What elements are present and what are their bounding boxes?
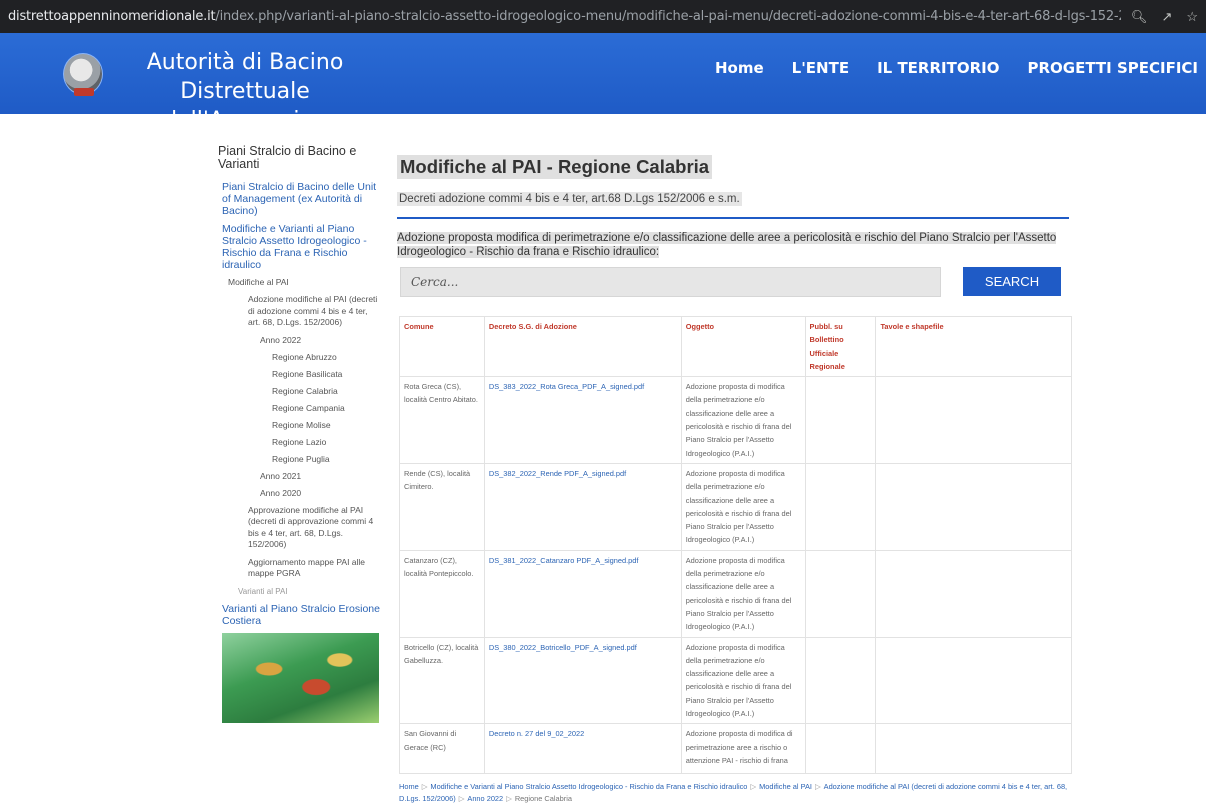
nav-ente[interactable]: L'ENTE <box>792 59 849 77</box>
star-icon[interactable]: ☆ <box>1186 9 1198 25</box>
breadcrumb-current: Regione Calabria <box>514 793 572 803</box>
cell-comune: Rende (CS), località Cimitero. <box>399 462 485 551</box>
cell-oggetto: Adozione proposta di modifica della peri… <box>680 549 806 638</box>
cell-tavole <box>875 636 1072 725</box>
col-decreto: Decreto S.G. di Adozione <box>483 315 682 378</box>
share-icon[interactable]: ↗ <box>1161 9 1172 25</box>
cell-comune: Botricello (CZ), località Gabelluzza. <box>399 636 485 725</box>
search-button[interactable]: SEARCH <box>963 267 1061 296</box>
sidebar-item-basilicata[interactable]: Regione Basilicata <box>218 369 380 380</box>
cell-bollettino <box>804 462 877 551</box>
cell-bollettino <box>804 376 877 464</box>
intro-text-span: Adozione proposta modifica di perimetraz… <box>397 232 1057 258</box>
sidebar-item-abruzzo[interactable]: Regione Abruzzo <box>218 352 380 363</box>
url-path: /index.php/varianti-al-piano-stralcio-as… <box>215 9 1121 24</box>
cell-tavole <box>875 376 1072 464</box>
table-row: Botricello (CZ), località Gabelluzza. DS… <box>399 636 1072 725</box>
col-tavole: Tavole e shapefile <box>875 315 1072 378</box>
sidebar-item-adozione[interactable]: Adozione modifiche al PAI (decreti di ad… <box>218 294 380 329</box>
cell-oggetto: Adozione proposta di modifica di perimet… <box>680 723 806 775</box>
sidebar-item-campania[interactable]: Regione Campania <box>218 403 380 414</box>
breadcrumb-anno-2022[interactable]: Anno 2022 <box>467 794 503 803</box>
breadcrumb-separator-icon: ▷ <box>506 793 512 803</box>
main-nav: Home L'ENTE IL TERRITORIO PROGETTI SPECI… <box>715 59 1198 77</box>
intro-text: Adozione proposta modifica di perimetraz… <box>397 231 1069 259</box>
col-bollettino: Pubbl. su Bollettino Ufficiale Regionale <box>804 315 877 378</box>
cell-oggetto: Adozione proposta di modifica della peri… <box>680 376 806 464</box>
sidebar: Piani Stralcio di Bacino e Varianti Pian… <box>218 145 380 723</box>
sidebar-item-molise[interactable]: Regione Molise <box>218 420 380 431</box>
cell-oggetto: Adozione proposta di modifica della peri… <box>680 462 806 551</box>
divider <box>397 217 1069 219</box>
table-row: Catanzaro (CZ), località Pontepiccolo. D… <box>399 549 1072 638</box>
sidebar-item-calabria[interactable]: Regione Calabria <box>218 386 380 397</box>
cell-bollettino <box>804 636 877 725</box>
page-title: Modifiche al PAI - Regione Calabria <box>397 155 713 179</box>
sidebar-item-varianti-pai[interactable]: Varianti al PAI <box>218 586 380 598</box>
nav-territorio[interactable]: IL TERRITORIO <box>877 59 999 77</box>
sidebar-item-aggiornamento[interactable]: Aggiornamento mappe PAI alle mappe PGRA <box>218 557 380 580</box>
breadcrumb-separator-icon: ▷ <box>421 782 428 792</box>
url-text[interactable]: distrettoappenninomeridionale.it/index.p… <box>8 9 1121 24</box>
sidebar-item-anno-2022[interactable]: Anno 2022 <box>218 335 380 346</box>
sidebar-title: Piani Stralcio di Bacino e Varianti <box>218 144 357 171</box>
table-row: San Giovanni di Gerace (RC) Decreto n. 2… <box>399 723 1072 775</box>
emblem-logo[interactable] <box>63 53 103 96</box>
cell-comune: Rota Greca (CS), località Centro Abitato… <box>399 376 485 464</box>
breadcrumb-modifiche-pai[interactable]: Modifiche al PAI <box>759 782 812 791</box>
cell-decreto-link[interactable]: DS_381_2022_Catanzaro PDF_A_signed.pdf <box>483 549 682 638</box>
sidebar-item-lazio[interactable]: Regione Lazio <box>218 437 380 448</box>
breadcrumb-separator-icon: ▷ <box>814 782 821 792</box>
cell-comune: Catanzaro (CZ), località Pontepiccolo. <box>399 549 485 638</box>
sidebar-item-approvazione[interactable]: Approvazione modifiche al PAI (decreti d… <box>218 505 380 551</box>
cell-oggetto: Adozione proposta di modifica della peri… <box>680 636 806 725</box>
main-content: Modifiche al PAI - Regione Calabria Decr… <box>397 155 1072 804</box>
breadcrumb-modifiche-varianti[interactable]: Modifiche e Varianti al Piano Stralcio A… <box>430 782 747 791</box>
col-oggetto: Oggetto <box>680 315 806 378</box>
cell-decreto-link[interactable]: DS_382_2022_Rende PDF_A_signed.pdf <box>483 462 682 551</box>
breadcrumb-separator-icon: ▷ <box>458 793 465 803</box>
nav-progetti[interactable]: PROGETTI SPECIFICI <box>1027 59 1198 77</box>
zoom-icon[interactable]: 🔍︎ <box>1131 9 1148 25</box>
site-header: Autorità di Bacino Distrettuale dell'App… <box>0 33 1206 162</box>
cell-bollettino <box>804 549 877 638</box>
table-header-row: Comune Decreto S.G. di Adozione Oggetto … <box>399 315 1072 378</box>
sidebar-item-puglia[interactable]: Regione Puglia <box>218 454 380 465</box>
cell-decreto-link[interactable]: DS_383_2022_Rota Greca_PDF_A_signed.pdf <box>483 376 682 464</box>
url-host: distrettoappenninomeridionale.it <box>8 9 216 24</box>
cell-tavole <box>875 723 1072 775</box>
sidebar-item-piani-stralcio[interactable]: Piani Stralcio di Bacino delle Unit of M… <box>218 181 380 217</box>
cell-bollettino <box>804 723 877 775</box>
site-title-line1: Autorità di Bacino Distrettuale <box>146 50 344 104</box>
page-subtitle: Decreti adozione commi 4 bis e 4 ter, ar… <box>397 192 742 206</box>
table-row: Rota Greca (CS), località Centro Abitato… <box>399 376 1072 464</box>
sidebar-item-erosione-costiera[interactable]: Varianti al Piano Stralcio Erosione Cost… <box>218 603 380 627</box>
sidebar-item-modifiche-varianti[interactable]: Modifiche e Varianti al Piano Stralcio A… <box>218 223 380 271</box>
table-row: Rende (CS), località Cimitero. DS_382_20… <box>399 462 1072 551</box>
browser-url-bar[interactable]: distrettoappenninomeridionale.it/index.p… <box>0 0 1206 33</box>
col-comune: Comune <box>399 315 485 378</box>
decrees-table: Comune Decreto S.G. di Adozione Oggetto … <box>399 315 1072 775</box>
sidebar-item-modifiche-pai[interactable]: Modifiche al PAI <box>218 277 380 288</box>
sidebar-item-anno-2021[interactable]: Anno 2021 <box>218 471 380 482</box>
cell-tavole <box>875 549 1072 638</box>
cell-tavole <box>875 462 1072 551</box>
sidebar-item-anno-2020[interactable]: Anno 2020 <box>218 488 380 499</box>
cell-decreto-link[interactable]: Decreto n. 27 del 9_02_2022 <box>483 723 682 775</box>
cell-decreto-link[interactable]: DS_380_2022_Botricello_PDF_A_signed.pdf <box>483 636 682 725</box>
breadcrumb-separator-icon: ▷ <box>750 782 757 792</box>
cell-comune: San Giovanni di Gerace (RC) <box>399 723 485 775</box>
search-input[interactable]: Cerca... <box>400 267 941 297</box>
breadcrumb-home[interactable]: Home <box>399 782 419 791</box>
terrain-map-image[interactable] <box>222 632 379 723</box>
nav-home[interactable]: Home <box>715 59 764 77</box>
search-row: Cerca... SEARCH <box>397 267 1069 299</box>
breadcrumb: Home ▷ Modifiche e Varianti al Piano Stral… <box>399 781 1069 804</box>
